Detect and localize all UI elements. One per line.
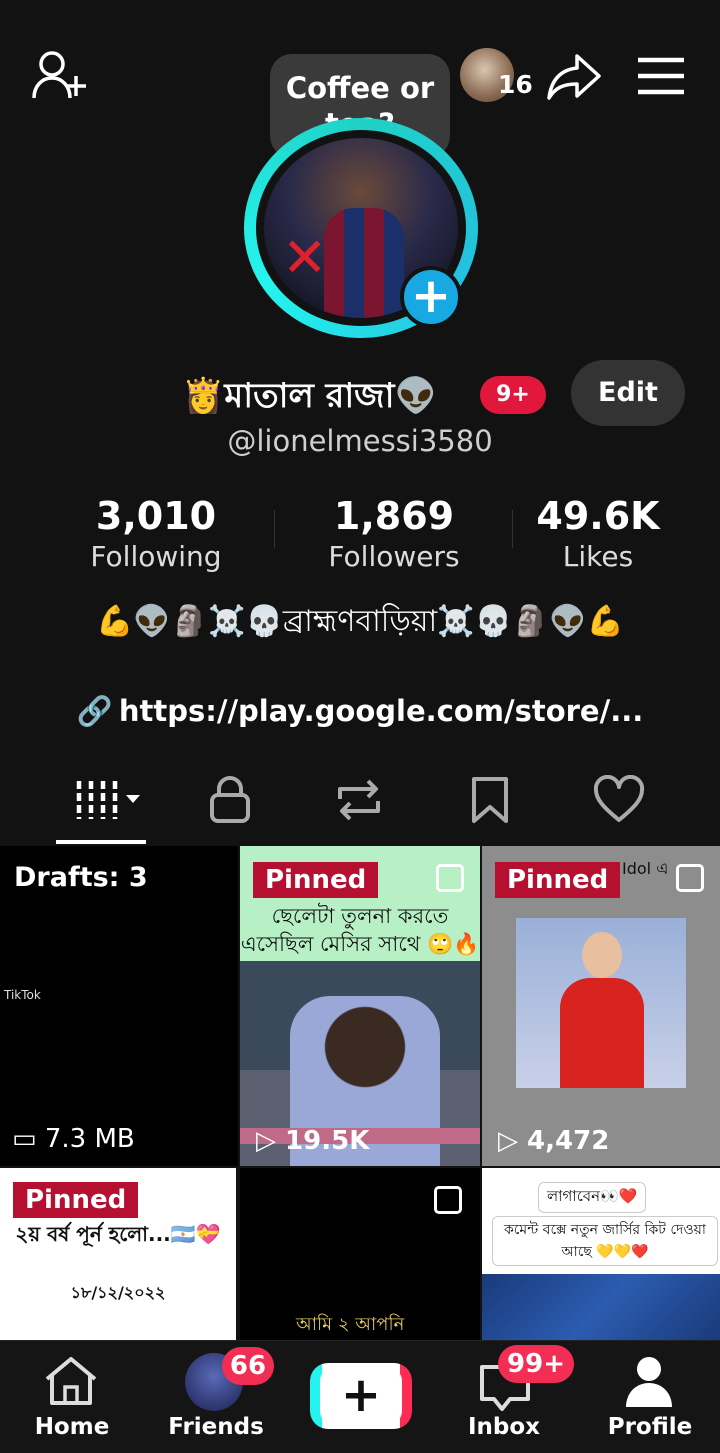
inbox-badge: 99+: [498, 1345, 574, 1383]
multi-icon: [676, 864, 704, 892]
video-tile[interactable]: Pinned Idol এ ▷ 4,472: [482, 846, 720, 1166]
pinned-badge: Pinned: [13, 1182, 139, 1218]
friends-badge: 66: [222, 1347, 274, 1385]
profile-icon[interactable]: [624, 1353, 674, 1409]
video-tile[interactable]: Pinned ২য় বর্ষ পূর্ন হলো...🇦🇷💝 ১৮/১২/২০…: [0, 1168, 236, 1340]
stat-likes[interactable]: 49.6K Likes: [478, 494, 718, 573]
nav-home[interactable]: Home: [12, 1414, 132, 1440]
add-friend-icon[interactable]: [30, 48, 90, 104]
tiktok-logo: TikTok: [4, 988, 41, 1002]
multi-icon: [436, 864, 464, 892]
plus-icon: +: [320, 1367, 402, 1425]
visitor-count: 16: [498, 70, 533, 99]
home-icon[interactable]: [42, 1355, 100, 1407]
share-icon[interactable]: [545, 52, 603, 102]
drafts-folder-icon: ▭: [12, 1124, 37, 1154]
bio: 💪👽🗿☠️💀ব্রাহ্মণবাড়িয়া☠️💀🗿👽💪: [96, 604, 624, 639]
nav-friends[interactable]: Friends: [156, 1414, 276, 1440]
tab-videos[interactable]: [76, 775, 146, 825]
pinned-badge: Pinned: [253, 862, 379, 898]
add-story-plus-icon[interactable]: +: [400, 266, 462, 328]
nickname: 👸মাতাল রাজা👽: [182, 376, 437, 416]
create-button[interactable]: +: [310, 1363, 412, 1429]
lock-icon[interactable]: [207, 775, 253, 825]
multi-icon: [434, 1186, 462, 1214]
nickname-badge[interactable]: 9+: [480, 376, 546, 414]
pinned-badge: Pinned: [495, 862, 621, 898]
video-tile[interactable]: Pinned ছেলেটা তুলনা করতে এসেছিল মেসির সা…: [240, 846, 480, 1166]
heart-icon[interactable]: [593, 775, 645, 825]
bookmark-icon[interactable]: [470, 775, 510, 825]
bottom-nav: Home 66 Friends + 99+ Inbox Profile: [0, 1340, 720, 1453]
video-tile[interactable]: আমি ২ আপনি: [240, 1168, 480, 1340]
drafts-tile[interactable]: Drafts: 3 TikTok ▭ 7.3 MB: [0, 846, 238, 1166]
video-tile[interactable]: লাগাবেন👀❤️ কমেন্ট বক্সে নতুন জার্সির কিট…: [482, 1168, 720, 1340]
bio-link[interactable]: 🔗 https://play.google.com/store/...: [0, 694, 720, 729]
menu-icon[interactable]: [636, 56, 686, 96]
stat-following[interactable]: 3,010 Following: [36, 494, 276, 573]
nav-inbox[interactable]: Inbox: [444, 1414, 564, 1440]
repost-icon[interactable]: [332, 775, 386, 825]
username: @lionelmessi3580: [227, 424, 493, 458]
nav-profile[interactable]: Profile: [590, 1414, 710, 1440]
link-icon: 🔗: [76, 694, 113, 728]
edit-profile-button[interactable]: Edit: [571, 360, 685, 426]
active-tab-underline: [56, 840, 146, 844]
